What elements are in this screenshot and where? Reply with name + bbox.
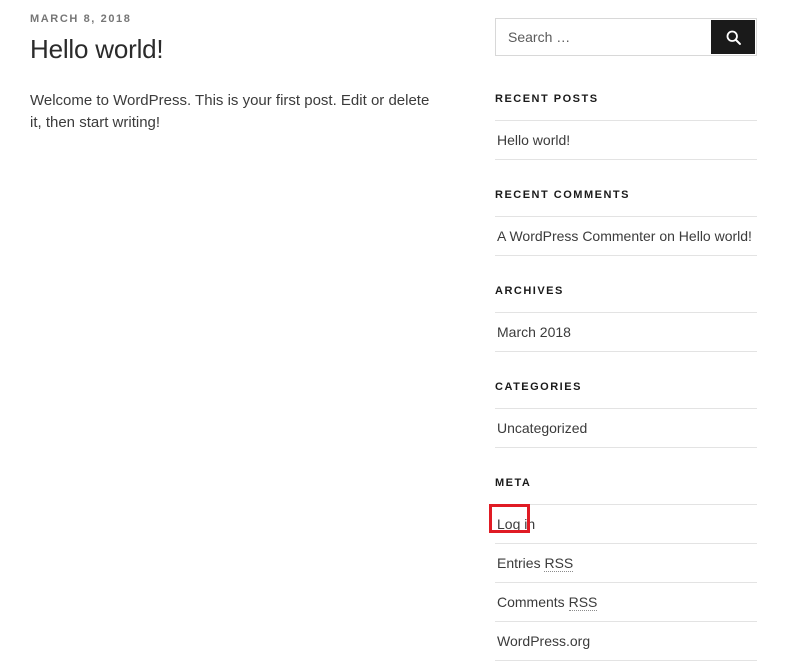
widget-meta: META Log in Entries RSS Comments RSS Wor… [489, 476, 757, 661]
rss-abbr: RSS [544, 555, 574, 572]
widget-list-categories: Uncategorized [495, 408, 757, 448]
list-item[interactable]: A WordPress Commenter on Hello world! [495, 217, 757, 256]
widget-title-recent-comments: RECENT COMMENTS [495, 189, 630, 201]
widget-list-meta: Log in Entries RSS Comments RSS WordPres… [489, 504, 757, 661]
rss-abbr: RSS [568, 594, 598, 611]
search-button[interactable] [711, 20, 755, 54]
list-item-login[interactable]: Log in [489, 504, 757, 544]
recent-comment-entry[interactable]: A WordPress Commenter on Hello world! [497, 228, 752, 244]
list-item-wordpress-org[interactable]: WordPress.org [495, 622, 757, 661]
search-input[interactable] [496, 19, 710, 55]
log-in-link[interactable]: Log in [497, 516, 535, 532]
post-title[interactable]: Hello world! [30, 32, 455, 66]
widget-title-archives: ARCHIVES [495, 285, 564, 297]
list-item-entries-rss[interactable]: Entries RSS [495, 544, 757, 583]
widget-recent-posts: RECENT POSTS Hello world! [495, 92, 757, 160]
login-annotation-wrapper: Log in [489, 504, 535, 533]
widget-archives: ARCHIVES March 2018 [495, 284, 757, 352]
search-icon [725, 29, 742, 46]
post-excerpt: Welcome to WordPress. This is your first… [30, 92, 430, 131]
widget-list-archives: March 2018 [495, 312, 757, 352]
list-item[interactable]: March 2018 [495, 313, 757, 352]
blog-page: MARCH 8, 2018 Hello world! Welcome to Wo… [0, 0, 788, 661]
widget-title-categories: CATEGORIES [495, 381, 582, 393]
widget-list-recent-comments: A WordPress Commenter on Hello world! [495, 216, 757, 256]
recent-post-link[interactable]: Hello world! [497, 132, 570, 148]
list-item-comments-rss[interactable]: Comments RSS [495, 583, 757, 622]
post-date: MARCH 8, 2018 [30, 13, 132, 25]
comments-rss-label: Comments [497, 594, 569, 610]
widget-title-meta: META [495, 477, 532, 489]
list-item[interactable]: Hello world! [495, 121, 757, 160]
widget-title-recent-posts: RECENT POSTS [495, 93, 599, 105]
main-content: MARCH 8, 2018 Hello world! Welcome to Wo… [30, 0, 455, 149]
comments-rss-link[interactable]: Comments RSS [497, 594, 598, 611]
list-item[interactable]: Uncategorized [495, 409, 757, 448]
search-form [495, 18, 757, 56]
category-link[interactable]: Uncategorized [497, 420, 587, 436]
entries-rss-label: Entries [497, 555, 545, 571]
entries-rss-link[interactable]: Entries RSS [497, 555, 574, 572]
widget-recent-comments: RECENT COMMENTS A WordPress Commenter on… [495, 188, 757, 256]
archive-link[interactable]: March 2018 [497, 324, 571, 340]
wordpress-org-link[interactable]: WordPress.org [497, 633, 590, 649]
sidebar: RECENT POSTS Hello world! RECENT COMMENT… [489, 0, 757, 661]
widget-list-recent-posts: Hello world! [495, 120, 757, 160]
widget-categories: CATEGORIES Uncategorized [495, 380, 757, 448]
